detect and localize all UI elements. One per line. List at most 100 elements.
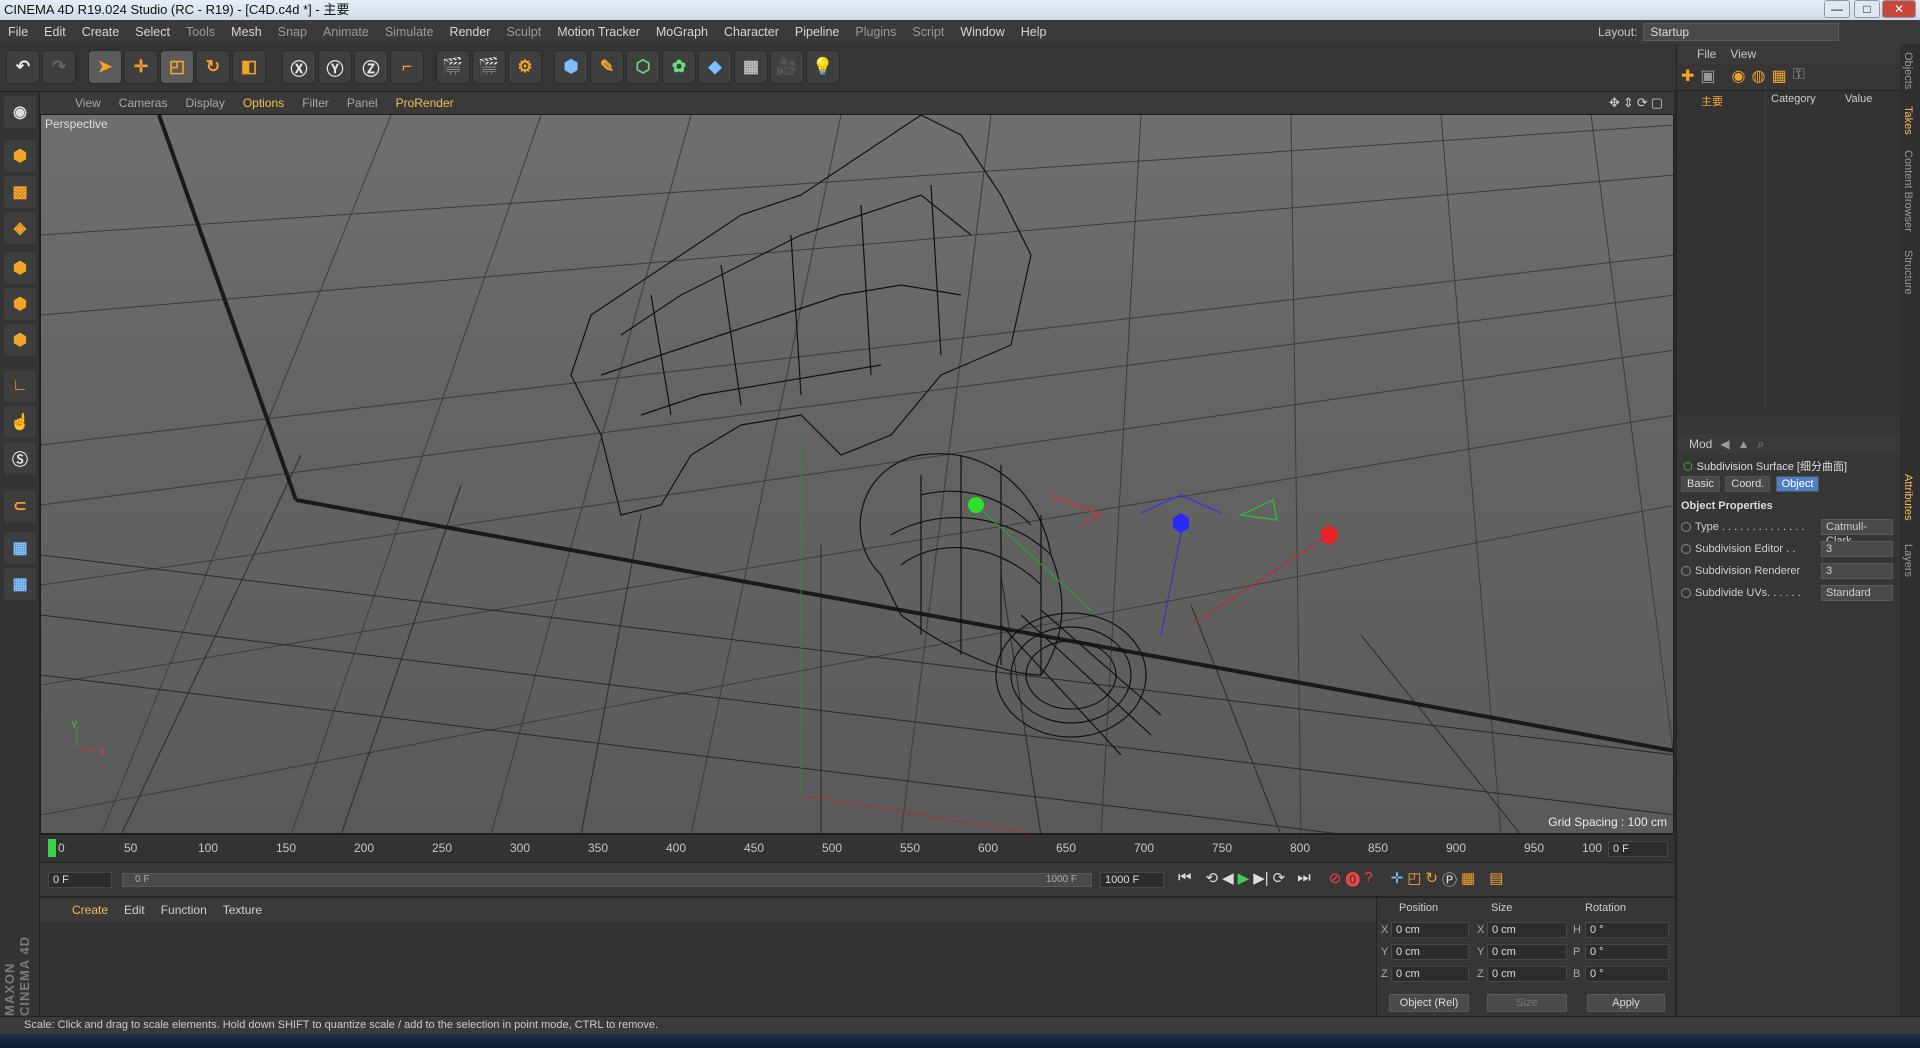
tab-content-browser[interactable]: Content Browser — [1902, 150, 1914, 232]
viewport-menu-panel[interactable]: Panel — [338, 96, 387, 110]
viewport-menu-display[interactable]: Display — [176, 96, 233, 110]
key-position-icon[interactable]: ✛ — [1391, 869, 1404, 890]
key-param-icon[interactable]: Ⓟ — [1442, 869, 1457, 890]
start-frame-field[interactable]: 0 F — [48, 872, 112, 888]
tab-structure[interactable]: Structure — [1902, 250, 1914, 295]
tab-layers[interactable]: Layers — [1902, 544, 1914, 577]
pos-z-field[interactable]: 0 cm — [1391, 966, 1469, 982]
menu-simulate[interactable]: Simulate — [377, 20, 442, 44]
magnet-icon[interactable]: ⊂ — [4, 490, 36, 522]
menu-character[interactable]: Character — [716, 20, 787, 44]
edges-mode-icon[interactable]: ⬢ — [4, 288, 36, 320]
layout-dropdown[interactable]: Startup — [1643, 23, 1840, 41]
tab-objects[interactable]: Objects — [1902, 52, 1914, 89]
subdivision-editor-field[interactable]: 3 — [1821, 541, 1893, 557]
rot-b-field[interactable]: 0 ° — [1585, 966, 1669, 982]
light-icon[interactable]: 💡 — [806, 50, 840, 84]
model-mode-icon[interactable]: ⬢ — [4, 140, 36, 172]
current-frame-field[interactable]: 0 F — [1608, 841, 1668, 857]
menu-pipeline[interactable]: Pipeline — [787, 20, 847, 44]
tab-object[interactable]: Object — [1775, 476, 1820, 492]
size-mode-dropdown[interactable]: Size — [1487, 994, 1567, 1012]
take-icon[interactable]: ◉ — [1732, 66, 1746, 86]
tab-takes[interactable]: Takes — [1902, 106, 1914, 135]
render-settings-icon[interactable]: ⚙ — [508, 50, 542, 84]
menu-edit[interactable]: Edit — [36, 20, 74, 44]
deformer-icon[interactable]: ◆ — [698, 50, 732, 84]
scale-tool-icon[interactable]: ◰ — [160, 50, 194, 84]
objects-menu-view[interactable]: View — [1730, 47, 1756, 61]
menu-motion-tracker[interactable]: Motion Tracker — [549, 20, 648, 44]
material-menu-edit[interactable]: Edit — [116, 903, 153, 917]
tweak-mode-icon[interactable]: ☝ — [4, 406, 36, 438]
size-y-field[interactable]: 0 cm — [1487, 944, 1567, 960]
pen-spline-icon[interactable]: ✎ — [590, 50, 624, 84]
floor-icon[interactable]: ▦ — [734, 50, 768, 84]
playhead-marker[interactable] — [48, 839, 56, 857]
go-to-end-icon[interactable]: ⏭ — [1297, 869, 1311, 890]
menu-snap[interactable]: Snap — [270, 20, 315, 44]
menu-create[interactable]: Create — [74, 20, 128, 44]
search-icon[interactable]: ⌕ — [1757, 437, 1764, 452]
tab-basic[interactable]: Basic — [1681, 476, 1720, 492]
menu-mograph[interactable]: MoGraph — [648, 20, 716, 44]
y-axis-lock-icon[interactable]: Ⓨ — [318, 50, 352, 84]
objects-menu-file[interactable]: File — [1697, 47, 1716, 61]
texture-mode-icon[interactable]: ▩ — [4, 176, 36, 208]
viewport-menu-filter[interactable]: Filter — [293, 96, 338, 110]
subdivision-surface-icon[interactable]: ⬡ — [626, 50, 660, 84]
attributes-mode-menu[interactable]: Mod — [1689, 437, 1712, 451]
rotate-tool-icon[interactable]: ↻ — [196, 50, 230, 84]
x-axis-lock-icon[interactable]: Ⓧ — [282, 50, 316, 84]
autokey-icon[interactable]: ⓿ — [1345, 869, 1360, 890]
tab-attributes[interactable]: Attributes — [1902, 474, 1914, 520]
z-axis-lock-icon[interactable]: Ⓩ — [354, 50, 388, 84]
snap-icon[interactable]: Ⓢ — [4, 442, 36, 474]
menu-plugins[interactable]: Plugins — [847, 20, 904, 44]
rot-p-field[interactable]: 0 ° — [1585, 944, 1669, 960]
cloner-icon[interactable]: ✿ — [662, 50, 696, 84]
render-view-icon[interactable]: 🎬 — [436, 50, 470, 84]
prev-frame-icon[interactable]: ◀ — [1222, 869, 1234, 890]
redo-icon[interactable]: ↷ — [42, 50, 76, 84]
material-menu-texture[interactable]: Texture — [215, 903, 270, 917]
menu-sculpt[interactable]: Sculpt — [498, 20, 549, 44]
menu-render[interactable]: Render — [441, 20, 498, 44]
back-icon[interactable]: ◀ — [1720, 437, 1729, 451]
size-z-field[interactable]: 0 cm — [1487, 966, 1567, 982]
take-main-item[interactable]: 主要 — [1701, 93, 1723, 109]
coord-mode-dropdown[interactable]: Object (Rel) — [1389, 994, 1469, 1012]
key-scale-icon[interactable]: ◰ — [1407, 869, 1421, 890]
end-frame-field[interactable]: 1000 F — [1100, 872, 1164, 888]
menu-window[interactable]: Window — [952, 20, 1012, 44]
pos-x-field[interactable]: 0 cm — [1391, 922, 1469, 938]
lock-workplane-icon[interactable]: ▦ — [4, 532, 36, 564]
menu-mesh[interactable]: Mesh — [223, 20, 270, 44]
lock-icon[interactable]: ⚿ — [1793, 66, 1805, 86]
material-menu-function[interactable]: Function — [153, 903, 215, 917]
viewport-menu-options[interactable]: Options — [234, 96, 293, 110]
z-axis-handle[interactable] — [1173, 513, 1189, 533]
workplane-mode-icon[interactable]: ◈ — [4, 212, 36, 244]
move-tool-icon[interactable]: ✛ — [124, 50, 158, 84]
type-dropdown[interactable]: Catmull-Clark — [1821, 519, 1893, 547]
keyframe-selection-icon[interactable]: ? — [1364, 869, 1372, 890]
menu-script[interactable]: Script — [904, 20, 952, 44]
film-icon[interactable]: ▦ — [1771, 66, 1786, 86]
3d-viewport[interactable]: Perspective Y X Grid Spacing : 100 cm — [40, 114, 1674, 834]
make-editable-icon[interactable]: ◉ — [4, 96, 36, 128]
viewport-nav-icons[interactable]: ✥⇕⟳▢ — [1609, 95, 1666, 111]
menu-tools[interactable]: Tools — [178, 20, 223, 44]
next-frame-icon[interactable]: ▶| — [1253, 869, 1268, 890]
add-object-icon[interactable]: ✚ — [1681, 66, 1694, 86]
tab-coord[interactable]: Coord. — [1725, 476, 1771, 492]
maximize-button[interactable]: □ — [1854, 0, 1880, 18]
up-icon[interactable]: ▲ — [1738, 437, 1750, 451]
y-axis-handle[interactable] — [968, 497, 984, 513]
minimize-button[interactable]: — — [1824, 0, 1850, 18]
points-mode-icon[interactable]: ⬢ — [4, 252, 36, 284]
axis-mode-icon[interactable]: ∟ — [4, 370, 36, 402]
key-pla-icon[interactable]: ▦ — [1461, 869, 1475, 890]
close-button[interactable]: ✕ — [1882, 0, 1916, 18]
size-x-field[interactable]: 0 cm — [1487, 922, 1567, 938]
